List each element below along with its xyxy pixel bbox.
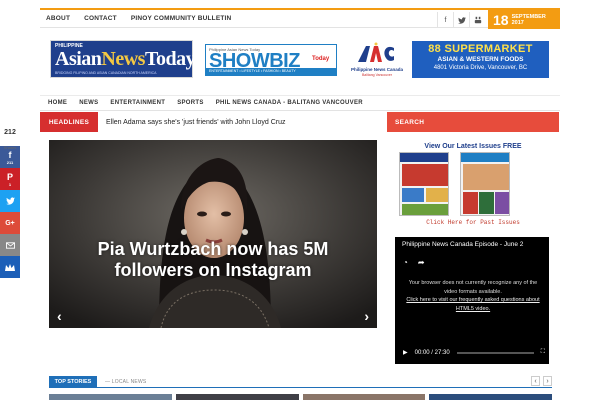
video-time: 00:00 / 27:30 [414, 349, 450, 356]
pnc-caption: Philippine News Canada [350, 67, 403, 72]
page: ABOUT CONTACT PINOY COMMUNITY BULLETIN f… [0, 0, 600, 400]
share-pinterest-button[interactable]: P 1 [0, 168, 20, 190]
pinterest-icon: P [6, 171, 13, 182]
share-google-plus-button[interactable]: G+ [0, 212, 20, 234]
social-links: f [437, 12, 485, 28]
share-arrow-icon[interactable]: ➦ [418, 258, 425, 267]
issue-cover-1-image [400, 153, 448, 215]
top-stories-label: TOP STORIES [49, 376, 97, 388]
past-issues-link[interactable]: Click Here for Past Issues [387, 219, 559, 226]
youtube-icon[interactable] [469, 12, 485, 28]
hero-title[interactable]: Pia Wurtzbach now has 5M followers on In… [49, 239, 377, 281]
main-nav-news[interactable]: NEWS [79, 100, 98, 106]
asian-news-today-logo[interactable]: PHILIPPINE AsianNewsToday BRIDGING FILIP… [50, 40, 196, 78]
supermarket-line2: ASIAN & WESTERN FOODS [437, 56, 524, 63]
main-nav-sports[interactable]: SPORTS [177, 100, 203, 106]
story-thumb-3[interactable] [302, 394, 426, 400]
hero-photo [49, 140, 377, 328]
logo-name: AsianNewsToday [55, 48, 196, 71]
share-crown-button[interactable] [0, 256, 20, 278]
facebook-icon[interactable]: f [437, 12, 453, 28]
clock-icon[interactable]: ◔ [403, 258, 408, 267]
story-thumb-2[interactable] [175, 394, 299, 400]
top-nav: ABOUT CONTACT PINOY COMMUNITY BULLETIN [46, 15, 231, 22]
video-controls: ▶ 00:00 / 27:30 ⛶ [403, 349, 545, 356]
date-year: 2017 [511, 19, 524, 26]
fullscreen-icon[interactable]: ⛶ [541, 349, 545, 356]
issue-cover-1[interactable] [399, 152, 449, 216]
facebook-share-count: 211 [6, 159, 14, 165]
share-count: 212 Shares [0, 127, 20, 150]
issue-cover-2-image [461, 153, 509, 215]
philippine-news-canada-logo[interactable]: Philippine News Canada Balitang Vancouve… [348, 42, 406, 78]
share-email-button[interactable] [0, 234, 20, 256]
video-top-icons: ◔ ➦ [403, 258, 425, 267]
story-thumb-4[interactable] [429, 394, 552, 400]
story-thumb-1[interactable] [49, 394, 172, 400]
hero-next-arrow-icon[interactable]: › [364, 308, 369, 324]
main-nav-phil-news-canada[interactable]: PHIL NEWS CANADA - BALITANG VANCOUVER [216, 100, 363, 106]
date-day: 18 [493, 11, 509, 28]
top-stories-thumbnails [49, 394, 552, 400]
pinterest-share-count: 1 [8, 181, 12, 187]
pnc-mark-icon [358, 42, 394, 62]
hero-prev-arrow-icon[interactable]: ‹ [57, 308, 62, 324]
top-stories-bar: TOP STORIES — LOCAL NEWS ‹ › [49, 376, 552, 388]
twitter-icon[interactable] [453, 12, 469, 28]
supermarket-name: 88 SUPERMARKET [428, 43, 533, 55]
video-player[interactable]: Philippine News Canada Episode - June 2 … [395, 237, 549, 364]
latest-issues-widget: View Our Latest Issues FREE Click Here f [387, 140, 559, 230]
issue-cover-2[interactable] [460, 152, 510, 216]
issues-title: View Our Latest Issues FREE [424, 143, 522, 150]
main-nav-entertainment[interactable]: ENTERTAINMENT [110, 100, 165, 106]
crown-icon [5, 263, 15, 271]
twitter-icon [5, 197, 15, 205]
logo-name-a: Asian [55, 48, 102, 70]
top-nav-about[interactable]: ABOUT [46, 15, 70, 22]
showbiz-today-logo[interactable]: Philippine Asian News Today SHOWBIZ Toda… [205, 44, 337, 76]
showbiz-bar: ENTERTAINMENT • LIFESTYLE • FASHION • BE… [206, 68, 336, 75]
headlines-label: HEADLINES [40, 112, 98, 132]
local-news-tab-label: LOCAL NEWS [111, 379, 147, 385]
supermarket-address: 4801 Victoria Drive, Vancouver, BC [433, 65, 528, 71]
date-month-year: SEPTEMBER 2017 [512, 14, 546, 26]
main-nav-home[interactable]: HOME [48, 100, 67, 106]
top-stories-divider [97, 387, 552, 388]
facebook-icon: f [8, 149, 12, 160]
share-twitter-button[interactable] [0, 190, 20, 212]
logo-tagline: BRIDGING FILIPINO AND ASIAN CANADIAN NOR… [55, 71, 157, 75]
88-supermarket-ad[interactable]: 88 SUPERMARKET ASIAN & WESTERN FOODS 480… [412, 41, 549, 78]
local-news-tab[interactable]: — LOCAL NEWS [105, 379, 146, 385]
email-icon [5, 241, 15, 249]
video-faq-link[interactable]: Click here to visit our frequently asked… [406, 297, 539, 312]
top-nav-contact[interactable]: CONTACT [84, 15, 117, 22]
video-title[interactable]: Philippine News Canada Episode - June 2 [402, 241, 547, 248]
share-bar: 212 Shares f 211 P 1 G+ [0, 127, 20, 278]
video-message-text: Your browser does not currently recogniz… [408, 280, 538, 295]
search-widget-header: SEARCH [387, 112, 559, 132]
chevron-right-icon[interactable]: › [543, 376, 552, 386]
hero-slider[interactable]: Pia Wurtzbach now has 5M followers on In… [49, 140, 377, 328]
main-nav: HOME NEWS ENTERTAINMENT SPORTS PHIL NEWS… [40, 95, 560, 111]
play-icon[interactable]: ▶ [403, 349, 408, 356]
logo-name-c: Today [144, 48, 196, 70]
date-box: 18 SEPTEMBER 2017 [488, 10, 560, 29]
pnc-sub: Balitang Vancouver [361, 73, 393, 77]
showbiz-today: Today [312, 56, 330, 62]
share-total: 212 [4, 129, 16, 136]
headlines-ticker: HEADLINES Ellen Adarna says she's 'just … [40, 112, 378, 132]
video-message: Your browser does not currently recogniz… [403, 279, 543, 313]
video-progress-bar[interactable] [456, 351, 534, 354]
headline-link[interactable]: Ellen Adarna says she's 'just friends' w… [106, 119, 286, 126]
google-plus-icon: G+ [5, 219, 15, 227]
logo-name-b: News [101, 48, 145, 70]
top-bar: ABOUT CONTACT PINOY COMMUNITY BULLETIN f… [40, 8, 560, 29]
chevron-left-icon[interactable]: ‹ [531, 376, 540, 386]
top-stories-arrows: ‹ › [531, 376, 552, 386]
top-nav-bulletin[interactable]: PINOY COMMUNITY BULLETIN [131, 15, 232, 22]
